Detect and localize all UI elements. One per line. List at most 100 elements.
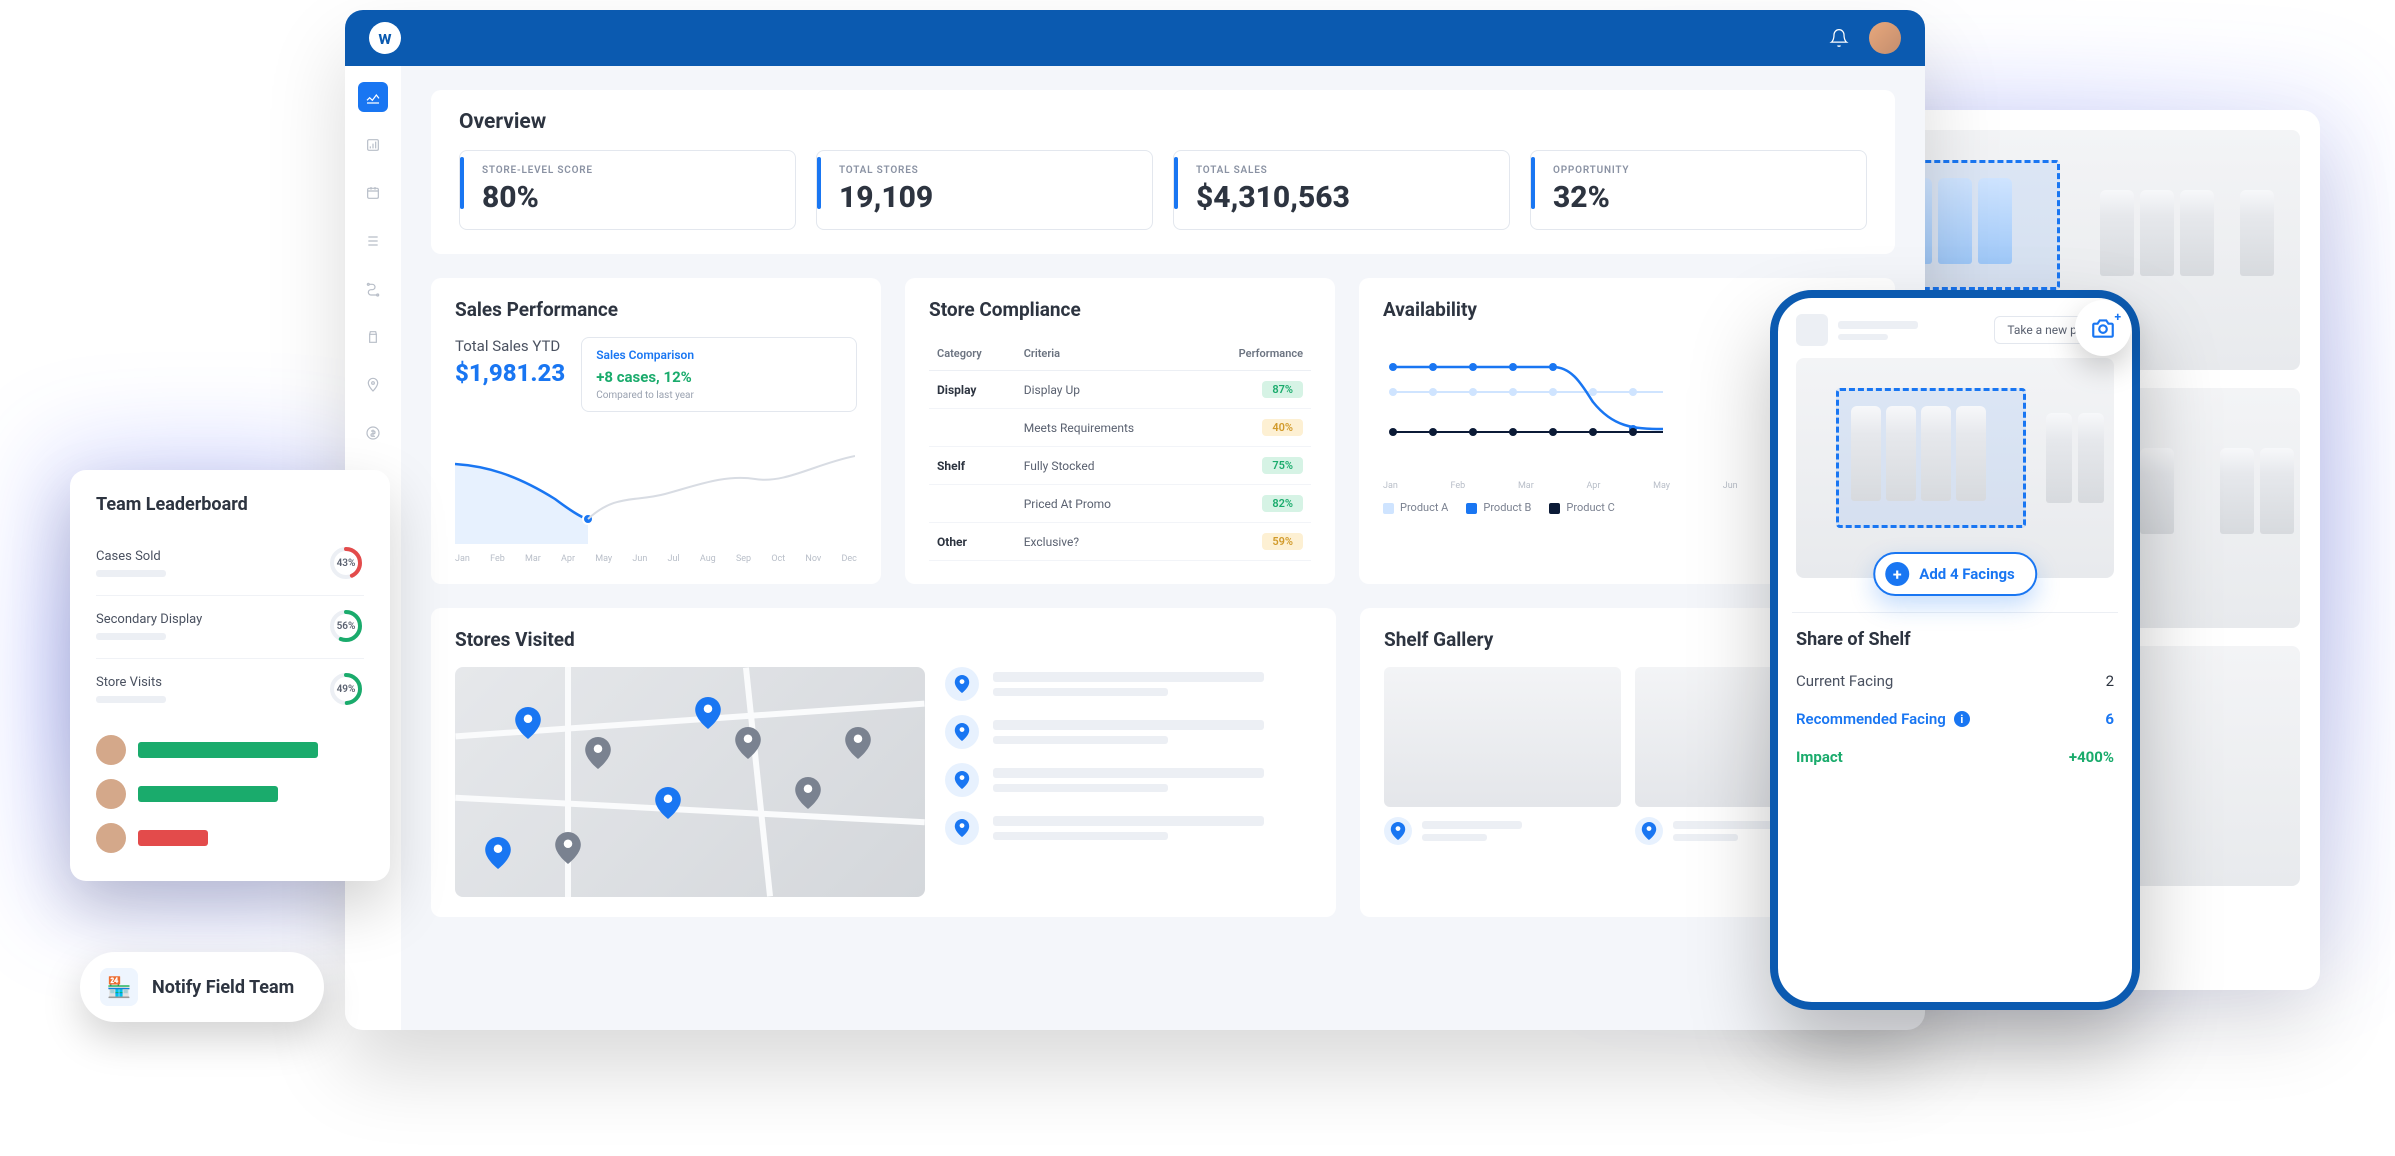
sales-chart xyxy=(455,424,855,544)
user-avatar xyxy=(96,823,126,853)
store-list-item[interactable] xyxy=(945,763,1312,797)
kpi-card: TOTAL STORES 19,109 xyxy=(816,150,1153,230)
kpi-label: TOTAL STORES xyxy=(839,165,933,176)
leaderboard-metric-row: Cases Sold 43% xyxy=(96,533,364,596)
sales-comparison-card: Sales Comparison +8 cases, 12% Compared … xyxy=(581,337,857,412)
overview-card: Overview STORE-LEVEL SCORE 80% TOTAL STO… xyxy=(431,90,1895,254)
kpi-label: STORE-LEVEL SCORE xyxy=(482,165,593,176)
plus-icon: + xyxy=(1885,562,1909,586)
leaderboard-metric-row: Secondary Display 56% xyxy=(96,596,364,659)
nav-dashboard-icon[interactable] xyxy=(358,82,388,112)
leaderboard-user-row xyxy=(96,779,364,809)
stores-visited-panel: Stores Visited xyxy=(431,608,1336,917)
notifications-icon[interactable] xyxy=(1829,28,1849,48)
sales-title: Sales Performance xyxy=(455,298,857,321)
nav-list-icon[interactable] xyxy=(358,226,388,256)
kpi-label: OPPORTUNITY xyxy=(1553,165,1629,176)
comparison-title: Sales Comparison xyxy=(596,348,842,362)
store-list-item[interactable] xyxy=(945,667,1312,701)
store-compliance-panel: Store Compliance Category Criteria Perfo… xyxy=(905,278,1335,584)
app-logo: w xyxy=(369,22,401,54)
kpi-value: 19,109 xyxy=(839,180,933,215)
ytd-label: Total Sales YTD xyxy=(455,337,565,355)
col-category: Category xyxy=(929,337,1016,371)
kpi-label: TOTAL SALES xyxy=(1196,165,1350,176)
recommended-facing-row: Recommended Facingi 6 xyxy=(1796,710,2114,728)
mobile-device: Take a new photo + Add 4 Facings Share o… xyxy=(1770,290,2140,1010)
impact-row: Impact +400% xyxy=(1796,748,2114,766)
stores-map[interactable] xyxy=(455,667,925,897)
user-avatar[interactable] xyxy=(1869,22,1901,54)
table-row: DisplayDisplay Up 87% xyxy=(929,371,1311,409)
location-pin-icon xyxy=(945,763,979,797)
status-badge: 59% xyxy=(1262,533,1303,550)
kpi-card: TOTAL SALES $4,310,563 xyxy=(1173,150,1510,230)
add-facings-label: Add 4 Facings xyxy=(1919,565,2015,583)
compliance-title: Store Compliance xyxy=(929,298,1311,321)
user-bar xyxy=(138,786,278,802)
ytd-value: $1,981.23 xyxy=(455,359,565,387)
nav-calendar-icon[interactable] xyxy=(358,178,388,208)
comparison-value: +8 cases, 12% xyxy=(596,368,842,386)
user-bar xyxy=(138,742,318,758)
status-badge: 75% xyxy=(1262,457,1303,474)
leaderboard-title: Team Leaderboard xyxy=(96,494,364,515)
info-icon[interactable]: i xyxy=(1954,711,1970,727)
location-pin-icon xyxy=(1384,817,1412,845)
kpi-value: 80% xyxy=(482,180,593,215)
overview-title: Overview xyxy=(459,110,1867,134)
gallery-image xyxy=(1384,667,1621,807)
add-facings-button[interactable]: + Add 4 Facings xyxy=(1873,552,2037,596)
nav-reports-icon[interactable] xyxy=(358,130,388,160)
gallery-item[interactable] xyxy=(1384,667,1621,845)
store-thumbnail-icon xyxy=(1796,314,1828,346)
kpi-value: $4,310,563 xyxy=(1196,180,1350,215)
leaderboard-user-row xyxy=(96,823,364,853)
sales-performance-panel: Sales Performance Total Sales YTD $1,981… xyxy=(431,278,881,584)
kpi-card: STORE-LEVEL SCORE 80% xyxy=(459,150,796,230)
status-badge: 40% xyxy=(1262,419,1303,436)
nav-location-icon[interactable] xyxy=(358,370,388,400)
table-row: OtherExclusive? 59% xyxy=(929,523,1311,561)
notify-field-team-button[interactable]: 🏪 Notify Field Team xyxy=(80,952,324,1022)
progress-ring: 56% xyxy=(328,608,364,644)
dashboard-window: w Overview STORE-LEVEL SCORE 80% xyxy=(345,10,1925,1030)
availability-chart xyxy=(1383,337,1663,477)
user-avatar xyxy=(96,735,126,765)
location-pin-icon xyxy=(945,811,979,845)
team-leaderboard-card: Team Leaderboard Cases Sold 43% Secondar… xyxy=(70,470,390,881)
table-row: ShelfFully Stocked 75% xyxy=(929,447,1311,485)
mobile-shelf-image: + Add 4 Facings xyxy=(1796,358,2114,578)
comparison-subtitle: Compared to last year xyxy=(596,390,842,401)
col-criteria: Criteria xyxy=(1016,337,1197,371)
user-avatar xyxy=(96,779,126,809)
store-icon: 🏪 xyxy=(100,968,138,1006)
nav-money-icon[interactable] xyxy=(358,418,388,448)
nav-route-icon[interactable] xyxy=(358,274,388,304)
stores-visited-title: Stores Visited xyxy=(455,628,1312,651)
kpi-card: OPPORTUNITY 32% xyxy=(1530,150,1867,230)
store-list-item[interactable] xyxy=(945,811,1312,845)
current-facing-row: Current Facing 2 xyxy=(1796,672,2114,690)
kpi-value: 32% xyxy=(1553,180,1629,215)
col-performance: Performance xyxy=(1196,337,1311,371)
plus-badge-icon: + xyxy=(2114,310,2121,324)
location-pin-icon xyxy=(945,667,979,701)
notify-label: Notify Field Team xyxy=(152,977,294,998)
location-pin-icon xyxy=(1635,817,1663,845)
store-list-item[interactable] xyxy=(945,715,1312,749)
leaderboard-metric-row: Store Visits 49% xyxy=(96,659,364,721)
status-badge: 82% xyxy=(1262,495,1303,512)
top-header: w xyxy=(345,10,1925,66)
progress-ring: 43% xyxy=(328,545,364,581)
table-row: Priced At Promo 82% xyxy=(929,485,1311,523)
progress-ring: 49% xyxy=(328,671,364,707)
camera-button[interactable]: + xyxy=(2075,300,2131,356)
share-of-shelf-title: Share of Shelf xyxy=(1796,629,2114,650)
nav-product-icon[interactable] xyxy=(358,322,388,352)
table-row: Meets Requirements 40% xyxy=(929,409,1311,447)
location-pin-icon xyxy=(945,715,979,749)
user-bar xyxy=(138,830,208,846)
leaderboard-user-row xyxy=(96,735,364,765)
status-badge: 87% xyxy=(1262,381,1303,398)
